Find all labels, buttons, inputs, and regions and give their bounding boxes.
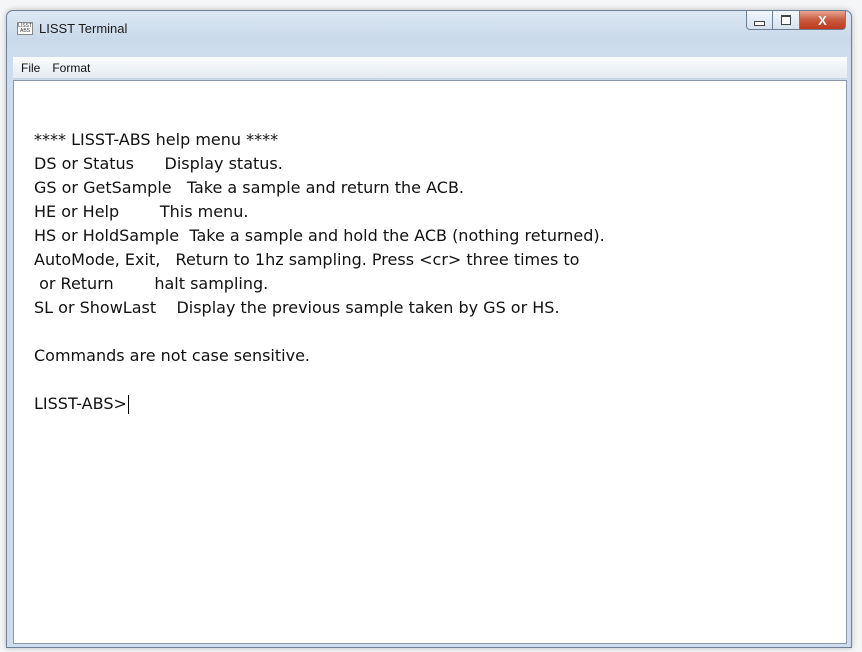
- menu-bar: File Format: [13, 57, 847, 79]
- terminal-line: DS or Status Display status.: [34, 154, 283, 173]
- text-cursor: [127, 394, 129, 414]
- terminal-line: GS or GetSample Take a sample and return…: [34, 178, 464, 197]
- terminal-window: LISST ABS LISST Terminal X File Format *…: [6, 10, 852, 648]
- close-icon: X: [818, 12, 827, 28]
- maximize-button[interactable]: [773, 11, 800, 30]
- prompt-text: LISST-ABS>: [34, 394, 127, 413]
- terminal-line: SL or ShowLast Display the previous samp…: [34, 298, 560, 317]
- minimize-button[interactable]: [746, 11, 773, 30]
- menu-format[interactable]: Format: [46, 61, 96, 75]
- terminal-line: HS or HoldSample Take a sample and hold …: [34, 226, 605, 245]
- close-button[interactable]: X: [800, 11, 846, 30]
- menu-file[interactable]: File: [15, 61, 46, 75]
- terminal-line: or Return halt sampling.: [34, 274, 269, 293]
- terminal-output[interactable]: **** LISST-ABS help menu **** DS or Stat…: [13, 80, 847, 644]
- terminal-line: HE or Help This menu.: [34, 202, 249, 221]
- command-prompt[interactable]: LISST-ABS>: [34, 392, 846, 416]
- caption-buttons: X: [746, 11, 846, 33]
- minimize-icon: [754, 20, 765, 26]
- maximize-icon: [781, 15, 791, 25]
- terminal-line: **** LISST-ABS help menu ****: [34, 130, 279, 149]
- lisst-app-icon[interactable]: LISST ABS: [17, 22, 33, 35]
- terminal-line: AutoMode, Exit, Return to 1hz sampling. …: [34, 250, 580, 269]
- title-bar[interactable]: LISST ABS LISST Terminal X: [7, 11, 851, 55]
- window-title: LISST Terminal: [39, 21, 128, 36]
- terminal-line: Commands are not case sensitive.: [34, 346, 310, 365]
